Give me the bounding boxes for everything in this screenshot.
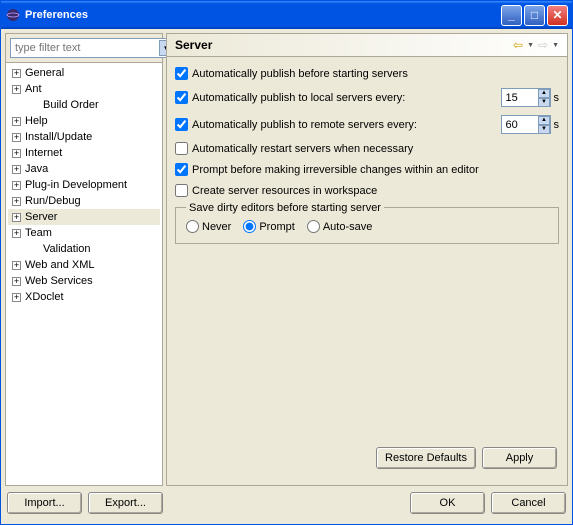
cancel-button[interactable]: Cancel xyxy=(491,492,566,514)
local-interval-spinner[interactable]: ▲▼ xyxy=(501,88,551,107)
import-button[interactable]: Import... xyxy=(7,492,82,514)
eclipse-icon xyxy=(5,7,21,23)
auto-publish-local-label[interactable]: Automatically publish to local servers e… xyxy=(192,92,405,104)
preference-tree[interactable]: + General + AntBuild Order + Help + Install/Upd… xyxy=(6,62,162,485)
titlebar[interactable]: Preferences _ □ ✕ xyxy=(1,1,572,29)
expander-icon[interactable]: + xyxy=(12,261,21,270)
tree-item-label: Internet xyxy=(25,147,62,159)
tree-item-label: Java xyxy=(25,163,48,175)
auto-publish-local-checkbox[interactable] xyxy=(175,91,188,104)
auto-publish-remote-label[interactable]: Automatically publish to remote servers … xyxy=(192,119,417,131)
local-down-icon[interactable]: ▼ xyxy=(538,98,549,107)
dirty-autosave-option[interactable]: Auto-save xyxy=(307,220,373,233)
back-menu-icon[interactable]: ▼ xyxy=(527,42,534,49)
tree-item-internet[interactable]: + Internet xyxy=(8,145,160,161)
create-resources-label[interactable]: Create server resources in workspace xyxy=(192,185,377,197)
filter-input[interactable] xyxy=(13,41,159,55)
forward-menu-icon[interactable]: ▼ xyxy=(552,42,559,49)
tree-item-label: Run/Debug xyxy=(25,195,81,207)
expander-icon[interactable]: + xyxy=(12,133,21,142)
ok-button[interactable]: OK xyxy=(410,492,485,514)
tree-item-build-order[interactable]: Build Order xyxy=(8,97,160,113)
tree-item-label: General xyxy=(25,67,64,79)
export-button[interactable]: Export... xyxy=(88,492,163,514)
tree-item-label: Web Services xyxy=(25,275,93,287)
tree-item-install-update[interactable]: + Install/Update xyxy=(8,129,160,145)
expander-icon[interactable]: + xyxy=(12,165,21,174)
maximize-button[interactable]: □ xyxy=(524,5,545,26)
tree-item-label: Web and XML xyxy=(25,259,95,271)
tree-item-label: Ant xyxy=(25,83,42,95)
expander-icon[interactable]: + xyxy=(12,277,21,286)
back-icon[interactable]: ⇦ xyxy=(511,38,525,52)
auto-publish-start-label[interactable]: Automatically publish before starting se… xyxy=(192,68,408,80)
dirty-prompt-radio[interactable] xyxy=(243,220,256,233)
tree-item-label: Build Order xyxy=(43,99,99,111)
expander-icon[interactable]: + xyxy=(12,229,21,238)
expander-icon[interactable]: + xyxy=(12,197,21,206)
tree-item-label: Install/Update xyxy=(25,131,92,143)
tree-item-label: XDoclet xyxy=(25,291,64,303)
tree-item-ant[interactable]: + Ant xyxy=(8,81,160,97)
remote-up-icon[interactable]: ▲ xyxy=(538,116,549,125)
page-title: Server xyxy=(175,38,511,52)
remote-down-icon[interactable]: ▼ xyxy=(538,125,549,134)
create-resources-checkbox[interactable] xyxy=(175,184,188,197)
minimize-button[interactable]: _ xyxy=(501,5,522,26)
expander-icon[interactable]: + xyxy=(12,149,21,158)
remote-interval-input[interactable] xyxy=(502,118,539,132)
expander-icon[interactable]: + xyxy=(12,293,21,302)
expander-icon[interactable]: + xyxy=(12,213,21,222)
auto-restart-label[interactable]: Automatically restart servers when neces… xyxy=(192,143,413,155)
tree-item-general[interactable]: + General xyxy=(8,65,160,81)
apply-button[interactable]: Apply xyxy=(482,447,557,469)
dirty-prompt-option[interactable]: Prompt xyxy=(243,220,294,233)
forward-icon[interactable]: ⇨ xyxy=(536,38,550,52)
dirty-legend: Save dirty editors before starting serve… xyxy=(186,202,384,214)
auto-restart-checkbox[interactable] xyxy=(175,142,188,155)
local-interval-input[interactable] xyxy=(502,91,539,105)
tree-item-web-services[interactable]: + Web Services xyxy=(8,273,160,289)
local-up-icon[interactable]: ▲ xyxy=(538,89,549,98)
tree-item-help[interactable]: + Help xyxy=(8,113,160,129)
tree-item-server[interactable]: + Server xyxy=(8,209,160,225)
right-pane: Server ⇦▼ ⇨▼ Automatically publish befor… xyxy=(166,33,568,486)
dirty-never-radio[interactable] xyxy=(186,220,199,233)
tree-item-run-debug[interactable]: + Run/Debug xyxy=(8,193,160,209)
auto-publish-start-checkbox[interactable] xyxy=(175,67,188,80)
dirty-autosave-radio[interactable] xyxy=(307,220,320,233)
tree-item-label: Help xyxy=(25,115,48,127)
tree-item-plug-in-development[interactable]: + Plug-in Development xyxy=(8,177,160,193)
window-title: Preferences xyxy=(25,9,501,21)
tree-item-label: Server xyxy=(25,211,57,223)
dirty-editors-group: Save dirty editors before starting serve… xyxy=(175,207,559,244)
tree-item-xdoclet[interactable]: + XDoclet xyxy=(8,289,160,305)
tree-item-validation[interactable]: Validation xyxy=(8,241,160,257)
remote-unit: s xyxy=(554,119,560,131)
expander-icon[interactable]: + xyxy=(12,117,21,126)
dirty-never-option[interactable]: Never xyxy=(186,220,231,233)
tree-item-label: Validation xyxy=(43,243,91,255)
prompt-irreversible-checkbox[interactable] xyxy=(175,163,188,176)
filter-combo[interactable]: ▼ xyxy=(10,38,177,58)
auto-publish-remote-checkbox[interactable] xyxy=(175,118,188,131)
tree-item-label: Plug-in Development xyxy=(25,179,127,191)
tree-item-web-and-xml[interactable]: + Web and XML xyxy=(8,257,160,273)
prompt-irreversible-label[interactable]: Prompt before making irreversible change… xyxy=(192,164,479,176)
left-pane: ▼ ✎ +General+AntBuild Order+Help+Install… xyxy=(5,33,163,486)
expander-icon[interactable]: + xyxy=(12,69,21,78)
close-button[interactable]: ✕ xyxy=(547,5,568,26)
remote-interval-spinner[interactable]: ▲▼ xyxy=(501,115,551,134)
expander-icon[interactable]: + xyxy=(12,85,21,94)
local-unit: s xyxy=(554,92,560,104)
expander-icon[interactable]: + xyxy=(12,181,21,190)
restore-defaults-button[interactable]: Restore Defaults xyxy=(376,447,476,469)
tree-item-team[interactable]: + Team xyxy=(8,225,160,241)
tree-item-label: Team xyxy=(25,227,52,239)
tree-item-java[interactable]: + Java xyxy=(8,161,160,177)
